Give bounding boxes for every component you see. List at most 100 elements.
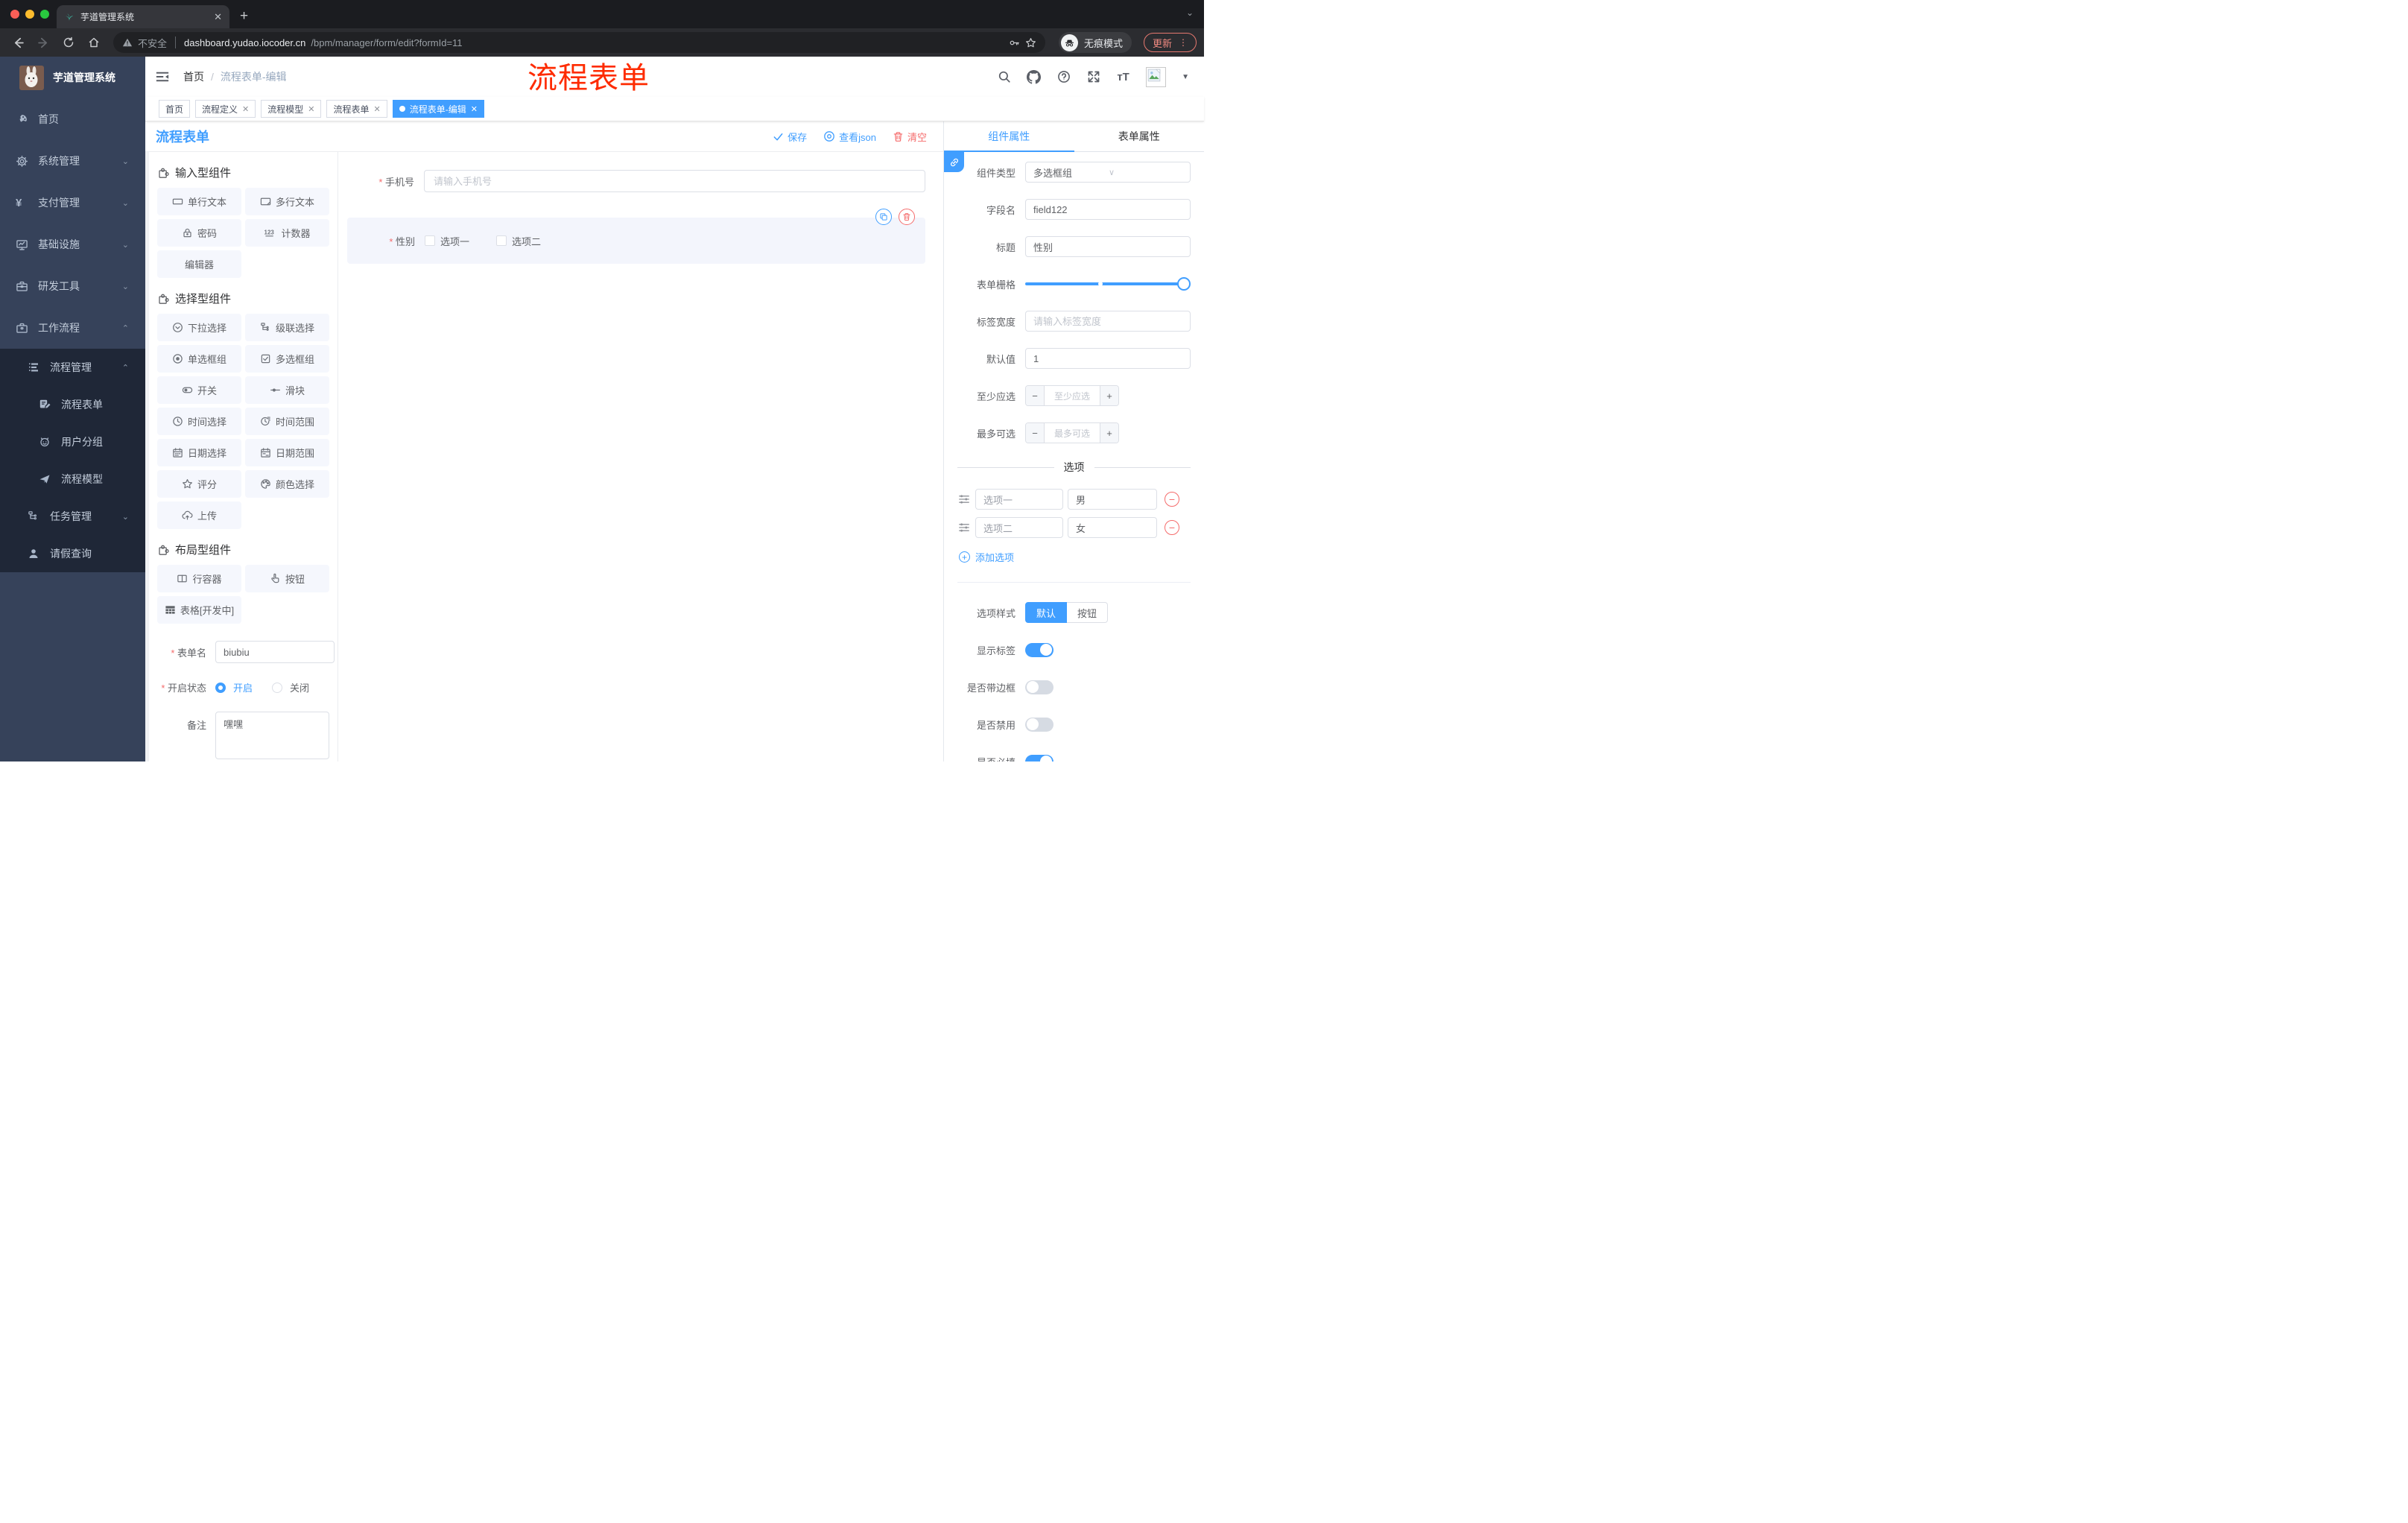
- palette-scrollbar[interactable]: [145, 152, 149, 762]
- close-window-button[interactable]: [10, 10, 19, 19]
- sidebar-item-process-form[interactable]: 流程表单: [0, 386, 145, 423]
- remove-option-button[interactable]: −: [1165, 520, 1179, 535]
- clear-button[interactable]: 清空: [893, 130, 927, 144]
- avatar[interactable]: [1146, 66, 1167, 87]
- form-canvas[interactable]: 手机号 性别: [338, 152, 943, 762]
- radio-on[interactable]: [215, 682, 226, 693]
- add-option-button[interactable]: + 添加选项: [959, 550, 1191, 564]
- grid-slider[interactable]: [1025, 277, 1191, 291]
- sidebar-item-system[interactable]: 系统管理 ⌄: [0, 140, 145, 182]
- github-icon[interactable]: [1027, 69, 1042, 84]
- sidebar-item-payment[interactable]: ¥ 支付管理 ⌄: [0, 182, 145, 224]
- drag-handle-icon[interactable]: [957, 493, 971, 506]
- save-button[interactable]: 保存: [773, 130, 807, 144]
- palette-item-row-container[interactable]: 行容器: [157, 565, 241, 592]
- breadcrumb-home[interactable]: 首页: [183, 69, 204, 84]
- palette-item-table[interactable]: 表格[开发中]: [157, 596, 241, 624]
- palette-item-multi-text[interactable]: 多行文本: [245, 188, 329, 215]
- option-label-input[interactable]: [975, 517, 1063, 538]
- tag-close-icon[interactable]: ✕: [471, 104, 478, 114]
- border-toggle[interactable]: [1025, 680, 1054, 694]
- plus-button[interactable]: +: [1100, 423, 1118, 443]
- security-label[interactable]: 不安全: [138, 36, 167, 50]
- chrome-menu-icon[interactable]: ⋮: [1179, 37, 1188, 48]
- palette-item-radio-group[interactable]: 单选框组: [157, 345, 241, 373]
- max-select-value[interactable]: 最多可选: [1045, 423, 1100, 443]
- sidebar-item-workflow[interactable]: 工作流程 ⌃: [0, 307, 145, 349]
- sidebar-item-process-mgmt[interactable]: 流程管理 ⌃: [0, 349, 145, 386]
- palette-item-time-range[interactable]: 时间范围: [245, 408, 329, 435]
- delete-component-button[interactable]: [899, 209, 915, 225]
- zoom-window-button[interactable]: [40, 10, 49, 19]
- palette-item-single-text[interactable]: 单行文本: [157, 188, 241, 215]
- palette-item-counter[interactable]: 123 计数器: [245, 219, 329, 247]
- palette-item-editor[interactable]: 编辑器: [157, 250, 241, 278]
- back-button[interactable]: [7, 32, 28, 53]
- checkbox-icon[interactable]: [425, 235, 435, 246]
- tag-process-form-edit[interactable]: 流程表单-编辑 ✕: [392, 100, 484, 118]
- style-button-button[interactable]: 按钮: [1067, 602, 1109, 623]
- view-json-button[interactable]: 查看json: [823, 130, 876, 144]
- form-name-input[interactable]: [215, 641, 335, 663]
- palette-item-color-picker[interactable]: 颜色选择: [245, 470, 329, 498]
- plus-button[interactable]: +: [1100, 386, 1118, 405]
- home-button[interactable]: [83, 32, 104, 53]
- bookmark-star-icon[interactable]: [1025, 37, 1036, 48]
- canvas-field-phone[interactable]: 手机号: [338, 170, 925, 192]
- checkbox-icon[interactable]: [496, 235, 507, 246]
- key-icon[interactable]: [1009, 37, 1020, 48]
- help-icon[interactable]: [1056, 70, 1071, 84]
- address-bar[interactable]: 不安全 dashboard.yudao.iocoder.cn/bpm/manag…: [113, 32, 1045, 53]
- palette-item-checkbox-group[interactable]: 多选框组: [245, 345, 329, 373]
- min-select-value[interactable]: 至少应选: [1045, 386, 1100, 405]
- radio-off-label[interactable]: 关闭: [290, 680, 309, 694]
- tag-close-icon[interactable]: ✕: [308, 104, 314, 114]
- required-toggle[interactable]: [1025, 754, 1054, 762]
- tag-process-definition[interactable]: 流程定义 ✕: [195, 100, 256, 118]
- font-size-icon[interactable]: ᴛT: [1116, 70, 1130, 84]
- title-input[interactable]: [1025, 236, 1191, 257]
- avatar-caret-icon[interactable]: ▼: [1182, 73, 1189, 81]
- sidebar-logo[interactable]: 芋道管理系统: [0, 57, 145, 98]
- warning-icon[interactable]: [122, 37, 133, 48]
- sidebar-item-leave-query[interactable]: 请假查询: [0, 535, 145, 572]
- traffic-lights[interactable]: [10, 10, 49, 19]
- fullscreen-icon[interactable]: [1086, 70, 1100, 84]
- radio-on-label[interactable]: 开启: [233, 680, 253, 694]
- radio-off[interactable]: [272, 682, 283, 693]
- drag-handle-icon[interactable]: [957, 521, 971, 534]
- tag-home[interactable]: 首页: [159, 100, 191, 118]
- palette-item-switch[interactable]: 开关: [157, 376, 241, 404]
- palette-item-button[interactable]: 按钮: [245, 565, 329, 592]
- link-icon[interactable]: [944, 152, 964, 172]
- palette-item-cascader[interactable]: 级联选择: [245, 314, 329, 341]
- forward-button[interactable]: [33, 32, 54, 53]
- sidebar-item-infra[interactable]: 基础设施 ⌄: [0, 224, 145, 265]
- phone-input[interactable]: [424, 170, 925, 192]
- tab-close-icon[interactable]: ✕: [214, 11, 222, 23]
- search-icon[interactable]: [997, 70, 1011, 84]
- form-remark-input[interactable]: 嘿嘿: [215, 712, 329, 759]
- sidebar-item-task-mgmt[interactable]: 任务管理 ⌄: [0, 498, 145, 535]
- palette-item-date-picker[interactable]: 日期选择: [157, 439, 241, 466]
- tag-close-icon[interactable]: ✕: [242, 104, 249, 114]
- hamburger-icon[interactable]: [155, 69, 171, 85]
- label-width-input[interactable]: [1025, 311, 1191, 332]
- tag-process-form[interactable]: 流程表单 ✕: [326, 100, 387, 118]
- sidebar-item-process-model[interactable]: 流程模型: [0, 460, 145, 498]
- default-value-input[interactable]: [1025, 348, 1191, 369]
- new-tab-button[interactable]: +: [240, 8, 248, 25]
- min-select-stepper[interactable]: − 至少应选 +: [1025, 385, 1119, 406]
- browser-tab[interactable]: 芋道管理系统 ✕: [57, 5, 229, 28]
- gender-option-1[interactable]: 选项一: [425, 234, 469, 248]
- show-label-toggle[interactable]: [1025, 642, 1054, 657]
- minus-button[interactable]: −: [1026, 423, 1045, 443]
- max-select-stepper[interactable]: − 最多可选 +: [1025, 422, 1119, 443]
- palette-item-date-range[interactable]: 日期范围: [245, 439, 329, 466]
- minus-button[interactable]: −: [1026, 386, 1045, 405]
- option-value-input[interactable]: [1068, 517, 1157, 538]
- tag-process-model[interactable]: 流程模型 ✕: [261, 100, 322, 118]
- sidebar-item-home[interactable]: 首页: [0, 98, 145, 140]
- reload-button[interactable]: [58, 32, 79, 53]
- palette-item-rate[interactable]: 评分: [157, 470, 241, 498]
